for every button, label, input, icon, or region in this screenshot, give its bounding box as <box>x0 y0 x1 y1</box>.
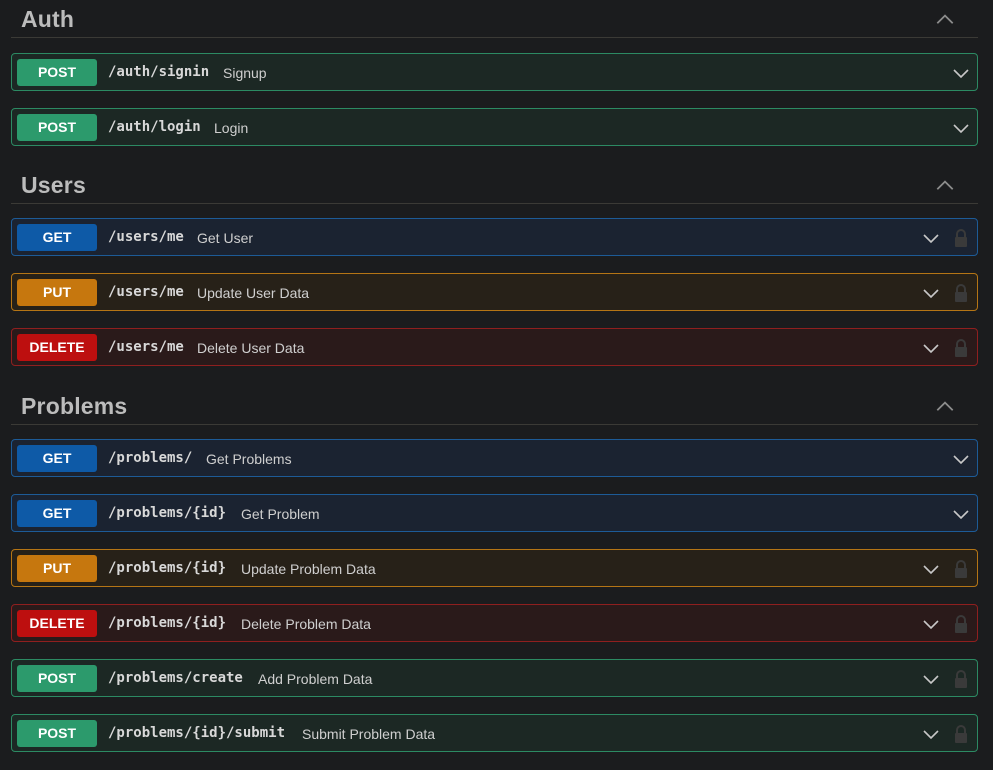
chevron-down-icon[interactable] <box>921 614 941 634</box>
tag-section-users: Users GET /users/me Get User PUT /users/… <box>11 166 978 366</box>
lock-icon[interactable] <box>953 559 969 579</box>
tag-header-problems[interactable]: Problems <box>11 387 978 425</box>
chevron-up-icon[interactable] <box>934 396 956 418</box>
chevron-down-icon[interactable] <box>951 504 971 524</box>
tag-header-auth[interactable]: Auth <box>11 0 978 38</box>
operation-path: /auth/login <box>108 119 201 135</box>
operation-get-users-me[interactable]: GET /users/me Get User <box>11 218 978 256</box>
operation-post-problems-create[interactable]: POST /problems/create Add Problem Data <box>11 659 978 697</box>
method-badge: DELETE <box>17 610 97 637</box>
chevron-down-icon[interactable] <box>951 118 971 138</box>
operation-summary: Delete Problem Data <box>241 616 371 632</box>
operation-path: /users/me <box>108 229 184 245</box>
operation-put-users-me[interactable]: PUT /users/me Update User Data <box>11 273 978 311</box>
method-badge: GET <box>17 500 97 527</box>
operation-post-auth-login[interactable]: POST /auth/login Login <box>11 108 978 146</box>
chevron-down-icon[interactable] <box>921 283 941 303</box>
operation-path: /users/me <box>108 284 184 300</box>
operation-post-auth-signin[interactable]: POST /auth/signin Signup <box>11 53 978 91</box>
chevron-down-icon[interactable] <box>951 449 971 469</box>
operation-summary: Add Problem Data <box>258 671 373 687</box>
method-badge: DELETE <box>17 334 97 361</box>
method-badge: POST <box>17 114 97 141</box>
operation-summary: Submit Problem Data <box>302 726 436 742</box>
operation-path: /problems/create <box>108 670 243 686</box>
tag-title: Problems <box>21 393 128 419</box>
tag-header-users[interactable]: Users <box>11 166 978 204</box>
lock-icon[interactable] <box>953 669 969 689</box>
operation-summary: Delete User Data <box>197 340 305 356</box>
lock-icon[interactable] <box>953 724 969 744</box>
chevron-down-icon[interactable] <box>921 559 941 579</box>
operation-path: /users/me <box>108 339 184 355</box>
operation-summary: Login <box>214 120 249 136</box>
chevron-down-icon[interactable] <box>951 63 971 83</box>
chevron-up-icon[interactable] <box>934 9 956 31</box>
lock-icon[interactable] <box>953 283 969 303</box>
method-badge: POST <box>17 720 97 747</box>
lock-icon[interactable] <box>953 228 969 248</box>
operation-summary: Update Problem Data <box>241 561 376 577</box>
swagger-operations-list: Auth POST /auth/signin Signup POST /auth… <box>0 0 993 770</box>
operation-path: /problems/{id} <box>108 560 227 576</box>
tag-section-problems: Problems GET /problems/ Get Problems GET… <box>11 387 978 752</box>
method-badge: GET <box>17 224 97 251</box>
operation-path: /problems/{id} <box>108 505 227 521</box>
chevron-down-icon[interactable] <box>921 338 941 358</box>
chevron-down-icon[interactable] <box>921 724 941 744</box>
operation-get-problem-by-id[interactable]: GET /problems/{id} Get Problem <box>11 494 978 532</box>
chevron-up-icon[interactable] <box>934 175 956 197</box>
operation-delete-problem-by-id[interactable]: DELETE /problems/{id} Delete Problem Dat… <box>11 604 978 642</box>
tag-section-auth: Auth POST /auth/signin Signup POST /auth… <box>11 0 978 146</box>
method-badge: PUT <box>17 555 97 582</box>
chevron-down-icon[interactable] <box>921 669 941 689</box>
operation-summary: Get User <box>197 230 254 246</box>
tag-title: Auth <box>21 6 75 32</box>
operation-put-problem-by-id[interactable]: PUT /problems/{id} Update Problem Data <box>11 549 978 587</box>
operation-post-problem-submit[interactable]: POST /problems/{id}/submit Submit Proble… <box>11 714 978 752</box>
operation-summary: Get Problem <box>241 506 320 522</box>
operation-path: /problems/ <box>108 450 193 466</box>
lock-icon[interactable] <box>953 614 969 634</box>
operation-get-problems[interactable]: GET /problems/ Get Problems <box>11 439 978 477</box>
operation-summary: Get Problems <box>206 451 292 467</box>
chevron-down-icon[interactable] <box>921 228 941 248</box>
operation-summary: Update User Data <box>197 285 310 301</box>
lock-icon[interactable] <box>953 338 969 358</box>
operation-path: /problems/{id}/submit <box>108 725 286 741</box>
operation-path: /problems/{id} <box>108 615 227 631</box>
method-badge: POST <box>17 665 97 692</box>
operation-summary: Signup <box>223 65 267 81</box>
method-badge: PUT <box>17 279 97 306</box>
operation-delete-users-me[interactable]: DELETE /users/me Delete User Data <box>11 328 978 366</box>
method-badge: GET <box>17 445 97 472</box>
operation-path: /auth/signin <box>108 64 210 80</box>
tag-title: Users <box>21 172 86 198</box>
method-badge: POST <box>17 59 97 86</box>
